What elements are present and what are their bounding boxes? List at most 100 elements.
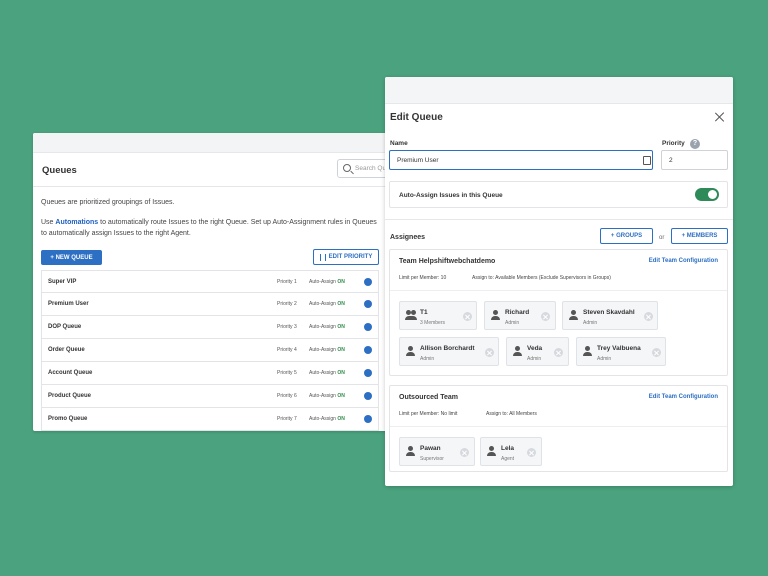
member-chip[interactable]: Steven Skavdahl Admin (562, 301, 658, 330)
queue-row[interactable]: Premium User Priority 2 Auto-Assign ON (41, 293, 379, 316)
priority-input[interactable]: 2 (661, 150, 728, 170)
new-queue-button[interactable]: + NEW QUEUE (41, 250, 102, 265)
queue-auto-assign: Auto-Assign ON (309, 393, 345, 399)
remove-icon[interactable] (541, 312, 550, 321)
remove-icon[interactable] (463, 312, 472, 321)
queue-auto-assign: Auto-Assign ON (309, 416, 345, 422)
member-role: Admin (527, 356, 542, 362)
auto-assign-status: ON (337, 347, 345, 353)
queue-auto-assign: Auto-Assign ON (309, 324, 345, 330)
auto-assign-toggle[interactable] (695, 188, 719, 201)
remove-icon[interactable] (554, 348, 563, 357)
gear-icon[interactable] (364, 277, 372, 286)
auto-assign-prefix: Auto-Assign (309, 278, 338, 285)
edit-topbar (385, 77, 733, 104)
member-name: Richard (505, 309, 530, 316)
gear-icon[interactable] (364, 323, 372, 331)
edit-team-config-link[interactable]: Edit Team Configuration (649, 258, 718, 264)
member-name: Veda (527, 345, 543, 352)
edit-queue-panel: Edit Queue Name Premium User Priority ? … (385, 77, 733, 486)
queue-row[interactable]: Super VIP Priority 1 Auto-Assign ON (41, 270, 379, 293)
queue-priority: Priority 5 (277, 370, 297, 376)
member-chip[interactable]: T1 3 Members (399, 301, 477, 330)
queues-header: Queues Search Que (33, 153, 390, 187)
queues-description: Queues are prioritized groupings of Issu… (41, 199, 175, 206)
queue-priority: Priority 1 (277, 278, 297, 285)
member-chip[interactable]: Veda Admin (506, 337, 569, 366)
auto-assign-prefix: Auto-Assign (309, 324, 338, 330)
edit-priority-button[interactable]: EDIT PRIORITY (313, 249, 379, 265)
team-divider (390, 290, 727, 291)
add-groups-button[interactable]: + GROUPS (600, 228, 653, 244)
auto-assign-status: ON (337, 393, 345, 399)
member-name: T1 (420, 309, 428, 316)
queue-priority: Priority 4 (277, 347, 297, 353)
gear-icon[interactable] (364, 415, 372, 423)
queues-panel: Queues Search Que Queues are prioritized… (33, 133, 390, 431)
info-prefix: Use (41, 219, 56, 226)
gear-icon[interactable] (364, 300, 372, 308)
queues-search-input[interactable]: Search Que (337, 159, 390, 178)
member-name: Allison Borchardt (420, 345, 475, 352)
queues-topbar (33, 133, 390, 153)
queue-row[interactable]: Product Queue Priority 6 Auto-Assign ON (41, 385, 379, 408)
add-members-button[interactable]: + MEMBERS (671, 228, 728, 244)
queue-priority: Priority 7 (277, 416, 297, 422)
priority-value: 2 (669, 157, 673, 164)
remove-icon[interactable] (460, 448, 469, 457)
queue-row[interactable]: Order Queue Priority 4 Auto-Assign ON (41, 339, 379, 362)
member-chip[interactable]: Allison Borchardt Admin (399, 337, 499, 366)
team-limit: Limit per Member: 10 (399, 275, 447, 281)
member-role: Admin (597, 356, 612, 362)
member-chip[interactable]: Richard Admin (484, 301, 556, 330)
queue-priority: Priority 3 (277, 324, 297, 330)
queue-name: Premium User (48, 301, 89, 307)
member-name: Trey Valbuena (597, 345, 641, 352)
queue-name: Product Queue (48, 393, 92, 399)
member-role: Admin (583, 320, 598, 326)
person-icon (487, 446, 496, 456)
card-icon (643, 156, 651, 165)
auto-assign-prefix: Auto-Assign (309, 416, 338, 422)
gear-icon[interactable] (364, 369, 372, 377)
help-icon[interactable]: ? (690, 139, 700, 149)
remove-icon[interactable] (485, 348, 494, 357)
team-assign-to: Assign to: All Members (486, 411, 537, 417)
name-input[interactable]: Premium User (389, 150, 653, 170)
search-icon (343, 164, 351, 172)
auto-assign-prefix: Auto-Assign (309, 301, 338, 307)
group-icon (405, 310, 417, 320)
queues-title: Queues (42, 165, 77, 176)
remove-icon[interactable] (527, 448, 536, 457)
remove-icon[interactable] (652, 348, 661, 357)
queue-row[interactable]: Promo Queue Priority 7 Auto-Assign ON (41, 408, 379, 431)
member-role: Admin (420, 356, 435, 362)
queue-row[interactable]: DOP Queue Priority 3 Auto-Assign ON (41, 316, 379, 339)
edit-priority-label: EDIT PRIORITY (328, 254, 373, 260)
member-chip[interactable]: Lela Agent (480, 437, 542, 466)
gear-icon[interactable] (364, 346, 372, 354)
remove-icon[interactable] (644, 312, 653, 321)
person-icon (406, 346, 415, 356)
name-label: Name (390, 140, 408, 147)
auto-assign-status: ON (337, 370, 345, 376)
person-icon (406, 446, 415, 456)
edit-team-config-link[interactable]: Edit Team Configuration (649, 394, 718, 400)
member-role: Agent (501, 456, 515, 462)
close-icon[interactable] (715, 112, 725, 122)
queue-priority: Priority 6 (277, 393, 297, 399)
auto-assign-prefix: Auto-Assign (309, 347, 338, 353)
member-role: Supervisor (420, 456, 444, 462)
member-chip[interactable]: Pawan Supervisor (399, 437, 475, 466)
divider (385, 219, 733, 220)
member-name: Lela (501, 445, 515, 452)
member-chip[interactable]: Trey Valbuena Admin (576, 337, 666, 366)
automations-link[interactable]: Automations (55, 219, 98, 226)
member-role: 3 Members (420, 320, 446, 326)
team-name: Team Helpshiftwebchatdemo (399, 258, 496, 265)
auto-assign-label: Auto-Assign Issues in this Queue (399, 192, 503, 199)
queue-name: Account Queue (48, 370, 93, 376)
queue-name: DOP Queue (48, 324, 82, 330)
queue-row[interactable]: Account Queue Priority 5 Auto-Assign ON (41, 362, 379, 385)
gear-icon[interactable] (364, 392, 372, 400)
